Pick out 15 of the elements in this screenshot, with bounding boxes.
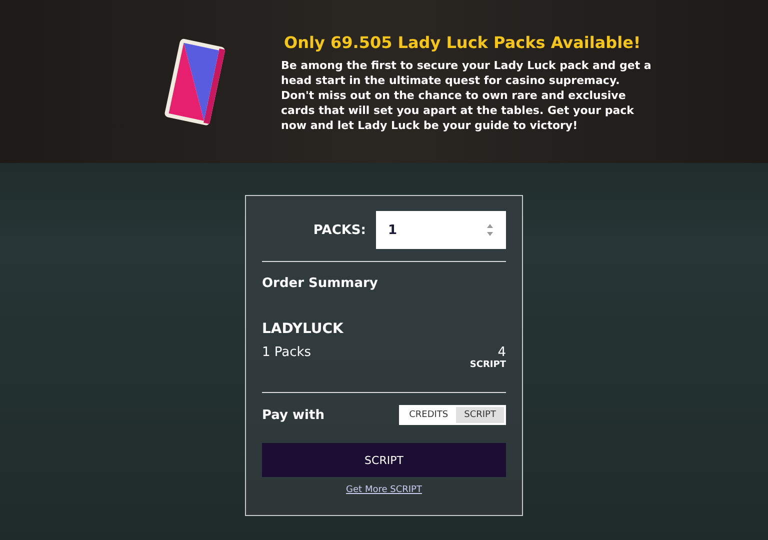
packs-input[interactable]: 1 — [376, 211, 506, 249]
quantity-text: 1 Packs — [262, 345, 312, 362]
price-currency: SCRIPT — [470, 360, 506, 370]
spinner-icon[interactable] — [486, 223, 494, 237]
get-more-link[interactable]: Get More SCRIPT — [346, 485, 422, 495]
price-value: 4 — [498, 345, 506, 360]
banner-description: Be among the first to secure your Lady Luck pack and get a head start in the ultimate quest for casino supremacy. Don't miss out on the chance to own rare and exclusive cards that will set you apart at the tables. Get your pack now and let Lady Luck be your guide to victory! — [281, 58, 652, 133]
packs-label: PACKS: — [313, 222, 366, 238]
payment-option[interactable]: CREDITS — [401, 407, 456, 423]
banner-title: Only 69.505 Lady Luck Packs Available! — [284, 33, 642, 52]
pay-with-label: Pay with — [262, 408, 324, 422]
submit-button[interactable]: SCRIPT — [262, 443, 506, 477]
summary-title: Order Summary — [262, 276, 379, 291]
payment-option[interactable]: SCRIPT — [456, 407, 504, 423]
product-name: LADYLUCK — [262, 321, 344, 337]
